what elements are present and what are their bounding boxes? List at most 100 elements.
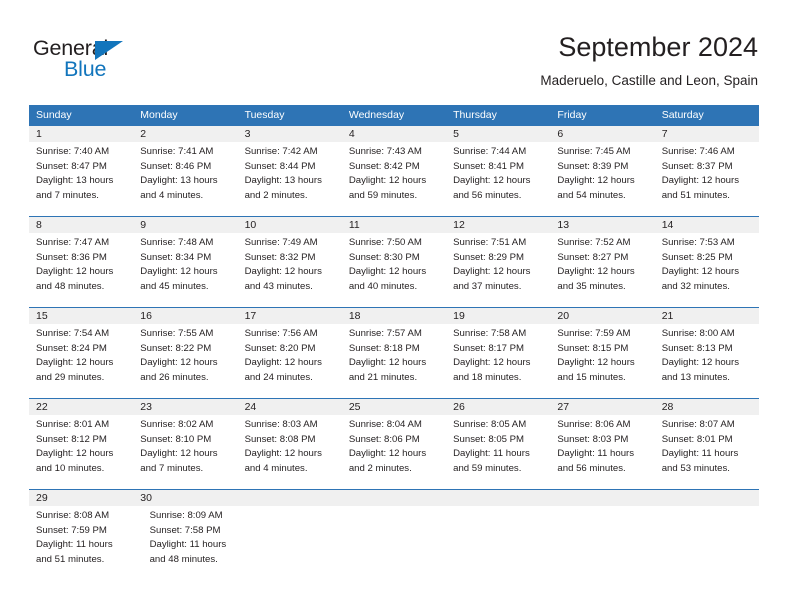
day-cell[interactable]: Sunrise: 7:45 AM Sunset: 8:39 PM Dayligh… bbox=[550, 142, 654, 216]
daylight-text-line1: Daylight: 11 hours bbox=[661, 448, 739, 460]
general-blue-logo[interactable]: General Blue bbox=[33, 36, 163, 84]
sunrise-text: Sunrise: 7:52 AM bbox=[557, 237, 631, 248]
day-cell[interactable]: Sunrise: 7:42 AM Sunset: 8:44 PM Dayligh… bbox=[238, 142, 342, 216]
day-cell[interactable]: Sunrise: 7:57 AM Sunset: 8:18 PM Dayligh… bbox=[342, 324, 446, 398]
day-number-row: 22 23 24 25 26 27 28 bbox=[29, 399, 759, 415]
daylight-text-line1: Daylight: 12 hours bbox=[36, 266, 114, 278]
sunset-text: Sunset: 8:20 PM bbox=[244, 342, 316, 354]
day-number[interactable]: 26 bbox=[446, 399, 550, 415]
daylight-text-line1: Daylight: 12 hours bbox=[557, 175, 635, 187]
daylight-text-line2: and 7 minutes. bbox=[36, 189, 99, 201]
sunset-text: Sunset: 8:29 PM bbox=[453, 251, 525, 263]
day-number[interactable]: 22 bbox=[29, 399, 133, 415]
sunset-text: Sunset: 8:13 PM bbox=[661, 342, 733, 354]
weekday-header-row: Sunday Monday Tuesday Wednesday Thursday… bbox=[29, 105, 759, 125]
sunrise-text: Sunrise: 8:07 AM bbox=[661, 419, 735, 430]
daylight-text-line1: Daylight: 12 hours bbox=[557, 266, 635, 278]
day-number[interactable]: 19 bbox=[446, 308, 550, 324]
day-number[interactable]: 6 bbox=[550, 126, 654, 142]
day-number[interactable]: 17 bbox=[238, 308, 342, 324]
day-number[interactable]: 15 bbox=[29, 308, 133, 324]
day-cell[interactable]: Sunrise: 8:06 AM Sunset: 8:03 PM Dayligh… bbox=[550, 415, 654, 489]
day-cell[interactable]: Sunrise: 8:02 AM Sunset: 8:10 PM Dayligh… bbox=[133, 415, 237, 489]
day-cell[interactable]: Sunrise: 7:58 AM Sunset: 8:17 PM Dayligh… bbox=[446, 324, 550, 398]
daylight-text-line1: Daylight: 12 hours bbox=[661, 357, 740, 369]
sunset-text: Sunset: 8:17 PM bbox=[453, 342, 525, 354]
daylight-text-line2: and 48 minutes. bbox=[36, 280, 105, 292]
sunset-text: Sunset: 8:37 PM bbox=[661, 160, 733, 172]
day-cell[interactable]: Sunrise: 7:50 AM Sunset: 8:30 PM Dayligh… bbox=[342, 233, 446, 307]
daylight-text-line2: and 2 minutes. bbox=[244, 189, 308, 201]
daylight-text-line1: Daylight: 12 hours bbox=[348, 175, 427, 187]
daylight-text-line1: Daylight: 12 hours bbox=[453, 266, 531, 278]
page-subtitle: Maderuelo, Castille and Leon, Spain bbox=[540, 73, 758, 88]
sunrise-text: Sunrise: 8:09 AM bbox=[149, 510, 223, 521]
day-number[interactable]: 8 bbox=[29, 217, 133, 233]
day-cell[interactable]: Sunrise: 7:48 AM Sunset: 8:34 PM Dayligh… bbox=[133, 233, 237, 307]
day-cell[interactable]: Sunrise: 7:54 AM Sunset: 8:24 PM Dayligh… bbox=[29, 324, 133, 398]
day-number[interactable]: 9 bbox=[133, 217, 237, 233]
daylight-text-line2: and 45 minutes. bbox=[140, 280, 209, 292]
day-number[interactable]: 5 bbox=[446, 126, 550, 142]
day-number-empty bbox=[238, 490, 342, 506]
title-block: September 2024 Maderuelo, Castille and L… bbox=[540, 30, 758, 89]
day-number[interactable]: 4 bbox=[342, 126, 446, 142]
day-number[interactable]: 29 bbox=[29, 490, 133, 506]
calendar-week-row: 1 2 3 4 5 6 7 Sunrise: 7:40 AM Sunset: 8… bbox=[29, 125, 759, 216]
daylight-text-line2: and 15 minutes. bbox=[557, 371, 626, 383]
day-cell[interactable]: Sunrise: 7:46 AM Sunset: 8:37 PM Dayligh… bbox=[655, 142, 759, 216]
day-number[interactable]: 11 bbox=[342, 217, 446, 233]
day-cell[interactable]: Sunrise: 8:08 AM Sunset: 7:59 PM Dayligh… bbox=[29, 506, 143, 580]
day-cell[interactable]: Sunrise: 7:56 AM Sunset: 8:20 PM Dayligh… bbox=[238, 324, 342, 398]
day-cell[interactable]: Sunrise: 8:00 AM Sunset: 8:13 PM Dayligh… bbox=[655, 324, 759, 398]
daylight-text-line1: Daylight: 13 hours bbox=[36, 175, 114, 187]
day-number[interactable]: 27 bbox=[550, 399, 654, 415]
daylight-text-line1: Daylight: 12 hours bbox=[557, 357, 635, 369]
day-cell[interactable]: Sunrise: 7:51 AM Sunset: 8:29 PM Dayligh… bbox=[446, 233, 550, 307]
sunrise-text: Sunrise: 7:49 AM bbox=[244, 237, 318, 248]
day-number[interactable]: 12 bbox=[446, 217, 550, 233]
day-number[interactable]: 10 bbox=[238, 217, 342, 233]
day-number[interactable]: 2 bbox=[133, 126, 237, 142]
day-cell[interactable]: Sunrise: 7:47 AM Sunset: 8:36 PM Dayligh… bbox=[29, 233, 133, 307]
day-cell[interactable]: Sunrise: 8:09 AM Sunset: 7:58 PM Dayligh… bbox=[143, 506, 257, 580]
day-number[interactable]: 13 bbox=[550, 217, 654, 233]
day-cell[interactable]: Sunrise: 8:04 AM Sunset: 8:06 PM Dayligh… bbox=[342, 415, 446, 489]
day-cell[interactable]: Sunrise: 7:59 AM Sunset: 8:15 PM Dayligh… bbox=[550, 324, 654, 398]
weekday-friday: Friday bbox=[557, 109, 587, 121]
day-number[interactable]: 18 bbox=[342, 308, 446, 324]
day-number[interactable]: 23 bbox=[133, 399, 237, 415]
day-number[interactable]: 3 bbox=[238, 126, 342, 142]
day-cell-empty bbox=[256, 506, 357, 580]
day-number[interactable]: 16 bbox=[133, 308, 237, 324]
day-cell[interactable]: Sunrise: 7:53 AM Sunset: 8:25 PM Dayligh… bbox=[655, 233, 759, 307]
day-number[interactable]: 24 bbox=[238, 399, 342, 415]
day-number[interactable]: 14 bbox=[655, 217, 759, 233]
sunset-text: Sunset: 8:39 PM bbox=[557, 160, 629, 172]
day-number[interactable]: 25 bbox=[342, 399, 446, 415]
daylight-text-line2: and 21 minutes. bbox=[348, 371, 418, 383]
day-cell[interactable]: Sunrise: 7:44 AM Sunset: 8:41 PM Dayligh… bbox=[446, 142, 550, 216]
day-number[interactable]: 7 bbox=[655, 126, 759, 142]
day-cell[interactable]: Sunrise: 7:40 AM Sunset: 8:47 PM Dayligh… bbox=[29, 142, 133, 216]
sunrise-text: Sunrise: 8:05 AM bbox=[453, 419, 527, 430]
day-number[interactable]: 20 bbox=[550, 308, 654, 324]
day-cell[interactable]: Sunrise: 8:01 AM Sunset: 8:12 PM Dayligh… bbox=[29, 415, 133, 489]
sunset-text: Sunset: 8:01 PM bbox=[661, 433, 733, 445]
day-cell[interactable]: Sunrise: 7:55 AM Sunset: 8:22 PM Dayligh… bbox=[133, 324, 237, 398]
sunset-text: Sunset: 8:10 PM bbox=[140, 433, 212, 445]
day-number-row: 8 9 10 11 12 13 14 bbox=[29, 217, 759, 233]
day-number[interactable]: 30 bbox=[133, 490, 237, 506]
day-cell[interactable]: Sunrise: 8:03 AM Sunset: 8:08 PM Dayligh… bbox=[238, 415, 342, 489]
day-cell[interactable]: Sunrise: 7:41 AM Sunset: 8:46 PM Dayligh… bbox=[133, 142, 237, 216]
day-cell[interactable]: Sunrise: 8:05 AM Sunset: 8:05 PM Dayligh… bbox=[446, 415, 550, 489]
day-cell[interactable]: Sunrise: 8:07 AM Sunset: 8:01 PM Dayligh… bbox=[655, 415, 759, 489]
day-number[interactable]: 21 bbox=[655, 308, 759, 324]
day-cell[interactable]: Sunrise: 7:49 AM Sunset: 8:32 PM Dayligh… bbox=[238, 233, 342, 307]
day-detail-row: Sunrise: 7:47 AM Sunset: 8:36 PM Dayligh… bbox=[29, 233, 759, 307]
day-number[interactable]: 1 bbox=[29, 126, 133, 142]
day-cell[interactable]: Sunrise: 7:43 AM Sunset: 8:42 PM Dayligh… bbox=[342, 142, 446, 216]
day-number[interactable]: 28 bbox=[655, 399, 759, 415]
sunset-text: Sunset: 8:27 PM bbox=[557, 251, 629, 263]
day-cell[interactable]: Sunrise: 7:52 AM Sunset: 8:27 PM Dayligh… bbox=[550, 233, 654, 307]
